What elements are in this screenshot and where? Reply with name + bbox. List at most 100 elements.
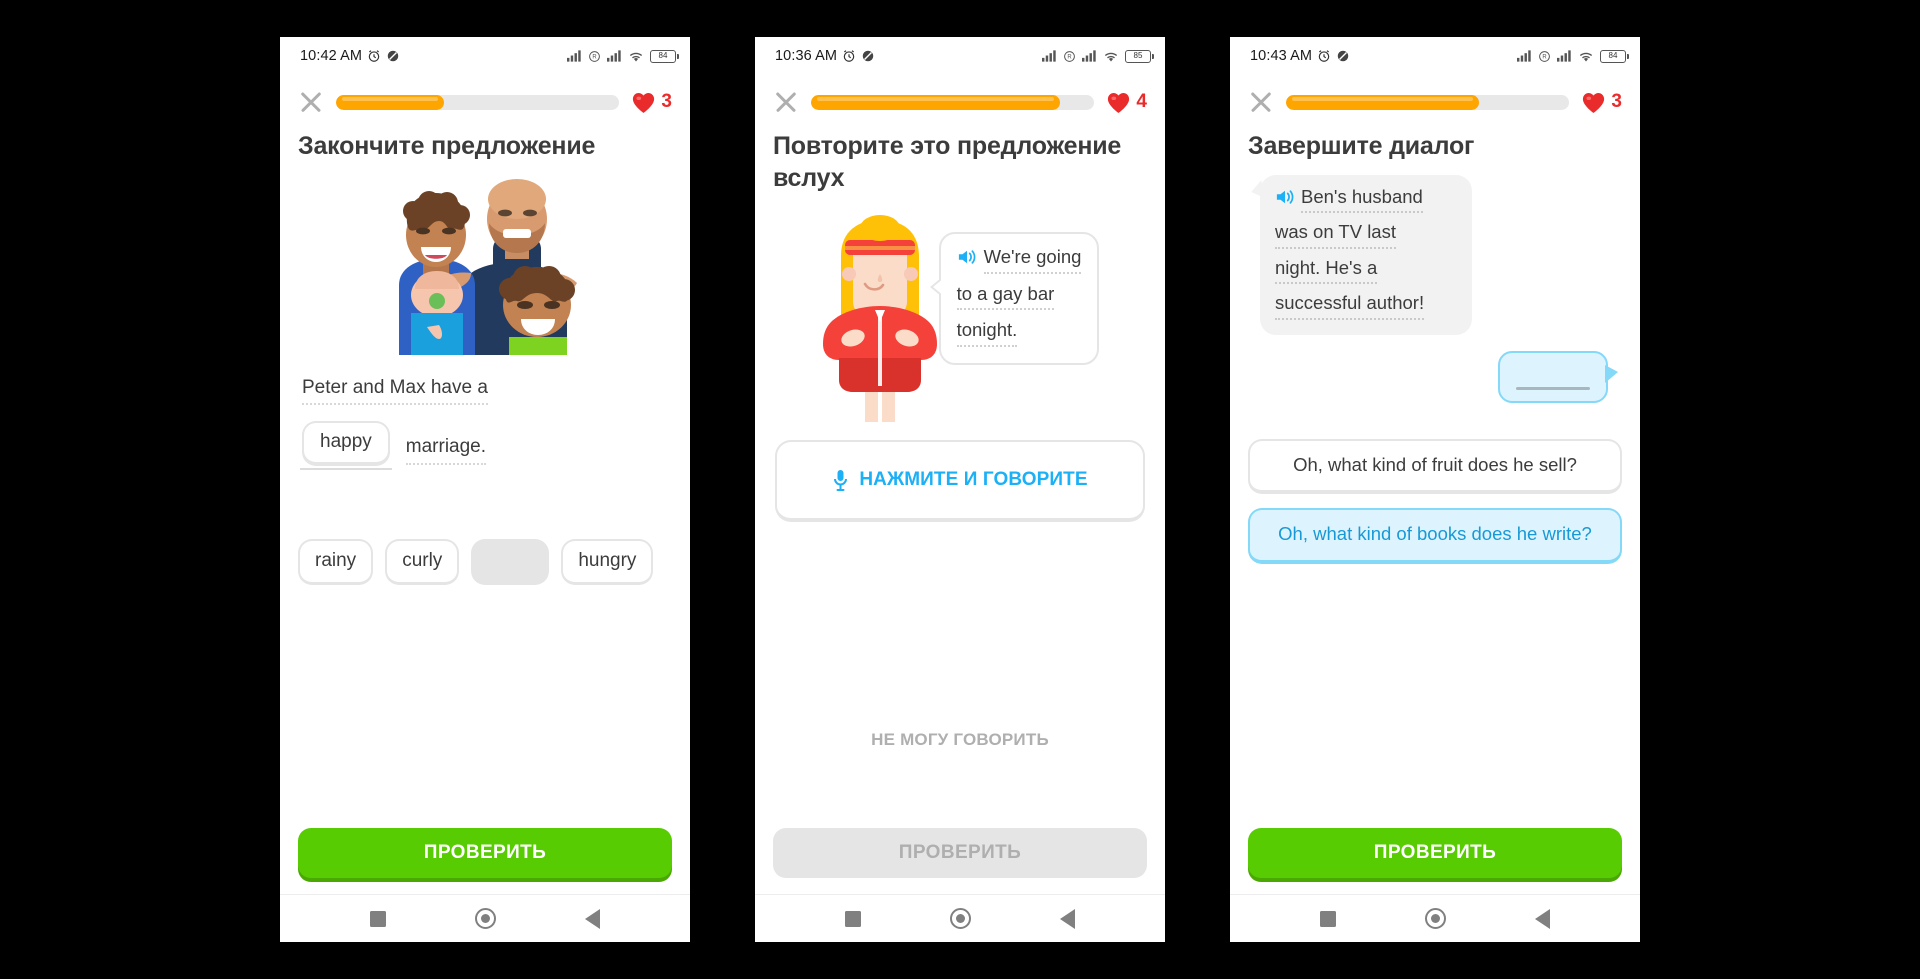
sentence-line-1: Peter and Max have a	[298, 377, 672, 406]
back-triangle-icon[interactable]	[1059, 908, 1075, 929]
lesson-header: 3	[1230, 75, 1640, 123]
hearts-indicator[interactable]: 3	[1581, 91, 1622, 114]
signal-bars-icon	[567, 50, 581, 62]
dialogue-line-2-text: was on TV last	[1275, 222, 1396, 249]
word-chip-empty-slot[interactable]	[471, 539, 550, 586]
close-icon[interactable]	[1248, 89, 1274, 115]
battery-level: 85	[1133, 51, 1143, 60]
status-bar-right: R 85	[1042, 49, 1154, 63]
battery-level: 84	[1608, 51, 1618, 60]
signal-bars-icon	[1557, 50, 1571, 62]
answer-options: Oh, what kind of fruit does he sell? Oh,…	[1248, 438, 1622, 564]
wifi-icon	[629, 52, 643, 61]
word-chip-rainy[interactable]: rainy	[298, 539, 374, 586]
exercise-body: Ben's husband was on TV last night. He's…	[1230, 163, 1640, 829]
answer-blank-line	[1516, 386, 1590, 390]
status-bar-left: 10:42 AM	[300, 48, 400, 64]
signal-bars-icon	[1082, 50, 1096, 62]
lesson-progress-fill	[811, 94, 1061, 110]
blank-answer-bubble[interactable]	[1498, 350, 1618, 403]
lesson-progress-bar	[811, 94, 1095, 110]
dialogue-line-3-text: night. He's a	[1275, 258, 1378, 284]
answer-option-2[interactable]: Oh, what kind of books does he write?	[1248, 508, 1622, 564]
sentence-line-2: happy marriage.	[298, 421, 672, 471]
page-title: Повторите это предложение вслух	[773, 132, 1122, 192]
cant-speak-button[interactable]: НЕ МОГУ ГОВОРИТЬ	[755, 730, 1165, 750]
lesson-progress-fill	[336, 94, 444, 110]
back-triangle-icon[interactable]	[1534, 908, 1550, 929]
battery-icon: 84	[650, 49, 679, 63]
signal-bars-icon	[607, 50, 621, 62]
blonde-woman-in-red-jacket-illustration	[822, 215, 937, 422]
dialogue-line-1-text: Ben's husband	[1301, 187, 1423, 213]
dialogue-line-4-text: successful author!	[1275, 293, 1425, 320]
speech-line-1-text: We're going	[983, 247, 1082, 274]
back-triangle-icon[interactable]	[584, 908, 600, 929]
word-chip-curly[interactable]: curly	[385, 539, 460, 586]
placed-word-chip[interactable]: happy	[300, 421, 392, 471]
svg-text:R: R	[1067, 54, 1072, 60]
status-time: 10:43 AM	[1250, 48, 1313, 64]
status-time: 10:36 AM	[775, 48, 838, 64]
battery-icon: 84	[1600, 49, 1629, 63]
sentence-line-1-text: Peter and Max have a	[302, 377, 488, 406]
close-icon[interactable]	[773, 89, 799, 115]
signal-bars-icon	[1517, 50, 1531, 62]
dialogue-bubble: Ben's husband was on TV last night. He's…	[1260, 174, 1472, 335]
screenshot-stage: 10:42 AM R 84 3 Закончите предложение Pe…	[0, 0, 1920, 979]
speaker-icon[interactable]	[1275, 188, 1295, 206]
word-chip-hungry[interactable]: hungry	[561, 539, 654, 586]
svg-text:R: R	[1542, 54, 1547, 60]
sentence-tail-text: marriage.	[405, 436, 487, 466]
heart-icon	[633, 92, 655, 113]
close-icon[interactable]	[298, 89, 324, 115]
wifi-icon	[1104, 52, 1118, 61]
svg-text:R: R	[592, 54, 597, 60]
family-illustration	[298, 177, 672, 355]
recents-square-icon[interactable]	[1320, 910, 1337, 927]
recents-square-icon[interactable]	[370, 910, 387, 927]
status-bar: 10:43 AM R 84	[1230, 37, 1640, 75]
battery-icon: 85	[1125, 49, 1154, 63]
speech-line-3-text: tonight.	[956, 320, 1018, 347]
answer-option-1[interactable]: Oh, what kind of fruit does he sell?	[1248, 438, 1622, 495]
sentence-prompt: Peter and Max have a happy marriage.	[298, 377, 672, 471]
speech-line-3: tonight.	[956, 320, 1082, 347]
lesson-header: 4	[755, 75, 1165, 123]
alarm-icon	[1318, 50, 1330, 62]
home-circle-icon[interactable]	[949, 908, 971, 929]
hearts-count: 3	[661, 91, 672, 112]
hearts-indicator[interactable]: 4	[1106, 91, 1147, 114]
phone-screen-complete-dialogue: 10:43 AM R 84 3 Завершите диалог Ben's h…	[1230, 37, 1640, 942]
speech-line-2-text: to a gay bar	[956, 284, 1055, 310]
alarm-icon	[368, 50, 380, 62]
check-button[interactable]: ПРОВЕРИТЬ	[1248, 828, 1622, 878]
dialogue-line-4: successful author!	[1275, 293, 1457, 320]
heart-icon	[1583, 92, 1605, 113]
press-and-speak-button[interactable]: НАЖМИТЕ И ГОВОРИТЕ	[775, 440, 1145, 522]
wifi-icon	[1579, 52, 1593, 61]
reply-bubble-row	[1248, 350, 1622, 403]
speaker-icon[interactable]	[957, 248, 977, 266]
dialogue-line-3: night. He's a	[1275, 258, 1457, 284]
roaming-icon: R	[1064, 50, 1075, 62]
phone-screen-repeat-aloud: 10:36 AM R 85 4 Повторите это предложени…	[755, 37, 1165, 942]
speech-bubble: We're going to a gay bar tonight.	[929, 232, 1100, 365]
home-circle-icon[interactable]	[474, 908, 496, 929]
roaming-icon: R	[589, 50, 600, 62]
check-button[interactable]: ПРОВЕРИТЬ	[773, 828, 1147, 878]
speech-line-1: We're going	[957, 247, 1082, 274]
hearts-indicator[interactable]: 3	[631, 91, 672, 114]
exercise-body: Peter and Max have a happy marriage. rai…	[280, 163, 690, 829]
roaming-icon: R	[1539, 50, 1550, 62]
check-button[interactable]: ПРОВЕРИТЬ	[298, 828, 672, 878]
dialogue-line-1: Ben's husband	[1275, 187, 1457, 213]
home-circle-icon[interactable]	[1424, 908, 1446, 929]
recents-square-icon[interactable]	[845, 910, 862, 927]
battery-level: 84	[658, 51, 668, 60]
lesson-progress-bar	[1286, 94, 1570, 110]
lesson-header: 3	[280, 75, 690, 123]
do-not-disturb-icon	[1337, 50, 1349, 62]
word-bank: rainy curly hungry	[298, 539, 672, 586]
android-nav-bar	[755, 894, 1165, 942]
